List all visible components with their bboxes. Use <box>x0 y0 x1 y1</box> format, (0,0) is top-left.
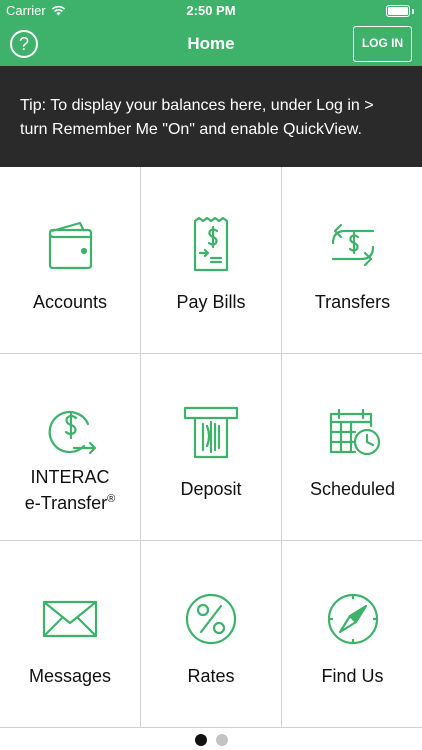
etransfer-icon <box>40 402 100 462</box>
tile-label: Accounts <box>32 292 108 312</box>
status-time: 2:50 PM <box>186 3 236 18</box>
tile-label: Transfers <box>314 292 391 312</box>
tile-label: INTERAC e-Transfer® <box>0 466 140 514</box>
tile-label: Scheduled <box>309 479 396 499</box>
tile-interac-etransfer[interactable]: INTERAC e-Transfer® <box>0 354 141 541</box>
tip-banner: Tip: To display your balances here, unde… <box>0 66 422 167</box>
status-bar: Carrier 2:50 PM <box>0 0 422 22</box>
tile-label-line2: e-Transfer® <box>0 488 140 514</box>
tile-pay-bills[interactable]: Pay Bills <box>141 167 282 354</box>
login-button[interactable]: LOG IN <box>353 26 412 62</box>
tile-find-us[interactable]: Find Us <box>282 541 422 728</box>
page-dot-2[interactable] <box>215 734 228 746</box>
tile-label: Messages <box>28 666 112 686</box>
tile-accounts[interactable]: Accounts <box>0 167 141 354</box>
battery-icon <box>386 5 414 17</box>
registered-mark: ® <box>107 493 116 505</box>
page-indicator <box>0 734 422 746</box>
tile-deposit[interactable]: Deposit <box>141 354 282 541</box>
atm-deposit-icon <box>181 402 241 462</box>
tile-messages[interactable]: Messages <box>0 541 141 728</box>
tile-label-line2-text: e-Transfer <box>24 493 108 513</box>
tile-scheduled[interactable]: Scheduled <box>282 354 422 541</box>
page-dot-1[interactable] <box>194 734 207 746</box>
tip-text: Tip: To display your balances here, unde… <box>20 97 374 138</box>
tile-label-line1: INTERAC <box>30 467 110 487</box>
transfer-icon <box>323 215 383 275</box>
percent-icon <box>181 589 241 649</box>
compass-icon <box>323 589 383 649</box>
app-screen: Carrier 2:50 PM ? Home LOG IN Tip: To di… <box>0 0 422 750</box>
navigation-bar: ? Home LOG IN <box>0 22 422 66</box>
calendar-clock-icon <box>323 402 383 462</box>
wallet-icon <box>40 215 100 275</box>
tile-label: Rates <box>187 666 235 686</box>
tile-label: Deposit <box>180 479 242 499</box>
menu-grid: Accounts Pay Bills Transfers INTERAC e-T… <box>0 167 422 728</box>
tile-rates[interactable]: Rates <box>141 541 282 728</box>
tile-label: Pay Bills <box>176 292 246 312</box>
envelope-icon <box>40 589 100 649</box>
tile-label: Find Us <box>321 666 384 686</box>
tile-transfers[interactable]: Transfers <box>282 167 422 354</box>
bill-icon <box>181 215 241 275</box>
